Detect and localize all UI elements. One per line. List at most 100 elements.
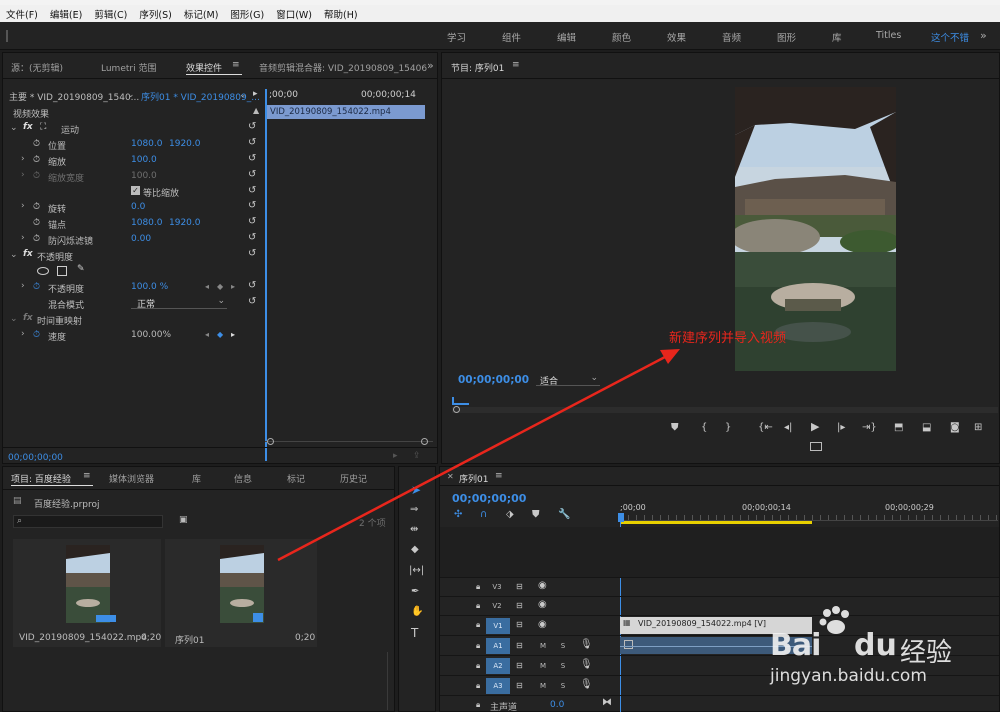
mark-out-icon[interactable]: } [725, 423, 731, 433]
stopwatch-icon[interactable]: ⏱ [33, 139, 40, 149]
chevron-right-icon[interactable]: › [21, 281, 25, 291]
track-target-v3[interactable]: V3 [490, 581, 504, 593]
lift-icon[interactable]: ⬒ [894, 423, 903, 433]
reset-icon[interactable]: ↺ [248, 186, 258, 196]
menu-sequence[interactable]: 序列(S) [133, 5, 177, 21]
reset-icon[interactable]: ↺ [248, 297, 258, 307]
tab-info[interactable]: 信息 [234, 472, 252, 485]
chevron-down-icon[interactable]: ⌄ [10, 314, 18, 324]
snap-icon[interactable]: ∩ [480, 510, 487, 520]
solo-button[interactable]: S [556, 680, 570, 692]
program-title[interactable]: 节目: 序列01 [451, 61, 504, 74]
project-item-sequence[interactable]: 序列01 0;20 [165, 539, 317, 647]
eye-icon[interactable]: ◉ [538, 581, 547, 591]
sync-lock-icon[interactable]: ⊟ [516, 641, 523, 651]
track-target-a1[interactable]: A1 [486, 638, 510, 654]
sync-lock-icon[interactable]: ⊟ [516, 582, 523, 592]
track-target-a2[interactable]: A2 [486, 658, 510, 674]
prev-keyframe-icon[interactable]: ◂ [205, 330, 209, 339]
reset-icon[interactable]: ↺ [248, 281, 258, 291]
tab-source[interactable]: 源：(无剪辑) [11, 61, 63, 74]
menu-marker[interactable]: 标记(M) [178, 5, 225, 21]
workspace-audio[interactable]: 音频 [722, 30, 741, 44]
add-marker-icon[interactable]: ⛊ [532, 510, 540, 520]
mute-button[interactable]: M [536, 640, 550, 652]
menu-clip[interactable]: 剪辑(C) [88, 5, 133, 21]
pen-mask-icon[interactable]: ✎ [77, 264, 85, 274]
uniform-scale-checkbox[interactable]: ✓ [131, 186, 140, 195]
reset-icon[interactable]: ↺ [248, 122, 258, 132]
lock-icon[interactable]: 🔒︎ [476, 641, 480, 651]
opacity-value[interactable]: 100.0 % [131, 282, 168, 292]
fx-icon[interactable]: fx [23, 313, 33, 323]
tab-project[interactable]: 项目: 百度经验 [11, 472, 71, 485]
timeline-timecode[interactable]: 00;00;00;00 [452, 492, 526, 505]
sync-lock-icon[interactable]: ⊟ [516, 661, 523, 671]
collapse-icon[interactable]: ▲ [253, 106, 259, 115]
menu-graphics[interactable]: 图形(G) [224, 5, 270, 21]
go-to-in-icon[interactable]: {⇤ [758, 423, 773, 433]
ripple-edit-tool-icon[interactable]: ⇹ [410, 525, 418, 535]
step-forward-icon[interactable]: |▸ [837, 423, 845, 433]
next-keyframe-icon[interactable]: ▸ [231, 282, 235, 291]
chevron-right-icon[interactable]: › [21, 154, 25, 164]
rotation-value[interactable]: 0.0 [131, 202, 145, 212]
project-item-clip[interactable]: VID_20190809_154022.mp4 0;20 [13, 539, 161, 647]
track-target-v1[interactable]: V1 [486, 618, 510, 634]
fx-icon[interactable]: fx [23, 249, 33, 259]
mini-clip-bar[interactable]: VID_20190809_154022.mp4 [267, 105, 425, 119]
prev-keyframe-icon[interactable]: ◂ [205, 282, 209, 291]
scroll-handle-left[interactable] [267, 438, 274, 445]
tab-history[interactable]: 历史记 [340, 472, 367, 485]
position-y-value[interactable]: 1920.0 [169, 139, 201, 149]
selection-tool-icon[interactable]: ➤ [411, 484, 421, 496]
sync-lock-icon[interactable]: ⊟ [516, 620, 523, 630]
chevron-right-icon[interactable]: › [21, 329, 25, 339]
wrench-icon[interactable]: 🔧 [558, 510, 570, 520]
lock-icon[interactable]: 🔒︎ [476, 681, 480, 691]
stopwatch-icon[interactable]: ⏱ [33, 282, 40, 292]
reset-icon[interactable]: ↺ [248, 138, 258, 148]
tab-libraries[interactable]: 库 [192, 472, 201, 485]
fx-icon[interactable]: fx [23, 122, 33, 132]
transform-icon[interactable]: ⛶ [40, 122, 46, 132]
export-frame-icon[interactable]: ◙ [950, 423, 960, 433]
stopwatch-icon[interactable]: ⏱ [33, 218, 40, 228]
microphone-icon[interactable]: 🎙︎ [580, 640, 593, 650]
slip-tool-icon[interactable]: |↔| [409, 566, 424, 576]
pen-tool-icon[interactable]: ✒ [411, 587, 419, 597]
eye-icon[interactable]: ◉ [538, 620, 547, 630]
panel-menu-icon[interactable]: ≡ [495, 471, 503, 481]
panel-menu-icon[interactable]: ≡ [512, 60, 520, 70]
flicker-value[interactable]: 0.00 [131, 234, 151, 244]
reset-icon[interactable]: ↺ [248, 201, 258, 211]
menu-help[interactable]: 帮助(H) [318, 5, 364, 21]
chevron-right-icon[interactable]: › [21, 201, 25, 211]
tab-effect-controls[interactable]: 效果控件 [186, 61, 222, 74]
workspace-learn[interactable]: 学习 [447, 30, 466, 44]
sync-lock-icon[interactable]: ⊟ [516, 601, 523, 611]
add-keyframe-icon[interactable]: ◆ [217, 282, 223, 291]
sync-lock-icon[interactable]: ⊟ [516, 681, 523, 691]
scale-value[interactable]: 100.0 [131, 155, 157, 165]
ellipse-mask-icon[interactable] [37, 267, 49, 275]
workspace-effects[interactable]: 效果 [667, 30, 686, 44]
track-select-tool-icon[interactable]: ⇒ [410, 505, 418, 515]
scrollbar[interactable] [387, 652, 388, 710]
stopwatch-icon[interactable]: ⏱ [33, 155, 40, 165]
anchor-x-value[interactable]: 1080.0 [131, 218, 163, 228]
stopwatch-icon[interactable]: ⏱ [33, 234, 40, 244]
go-to-out-icon[interactable]: ⇥} [862, 423, 877, 433]
extract-icon[interactable]: ⬓ [922, 423, 931, 433]
reset-icon[interactable]: ↺ [248, 217, 258, 227]
workspace-libraries[interactable]: 库 [832, 30, 842, 44]
play-icon[interactable]: ▶ [811, 421, 819, 432]
lock-icon[interactable]: 🔒︎ [476, 620, 480, 630]
tab-media-browser[interactable]: 媒体浏览器 [109, 472, 154, 485]
new-bin-from-search-icon[interactable]: ▣ [179, 515, 188, 525]
export-icon[interactable]: ⇪ [413, 451, 421, 461]
program-timecode[interactable]: 00;00;00;00 [458, 374, 529, 386]
search-input[interactable]: ⌕ [13, 515, 163, 528]
blend-mode-select[interactable]: 正常 ⌄ [131, 295, 227, 310]
panel-menu-icon[interactable]: ≡ [232, 60, 240, 70]
